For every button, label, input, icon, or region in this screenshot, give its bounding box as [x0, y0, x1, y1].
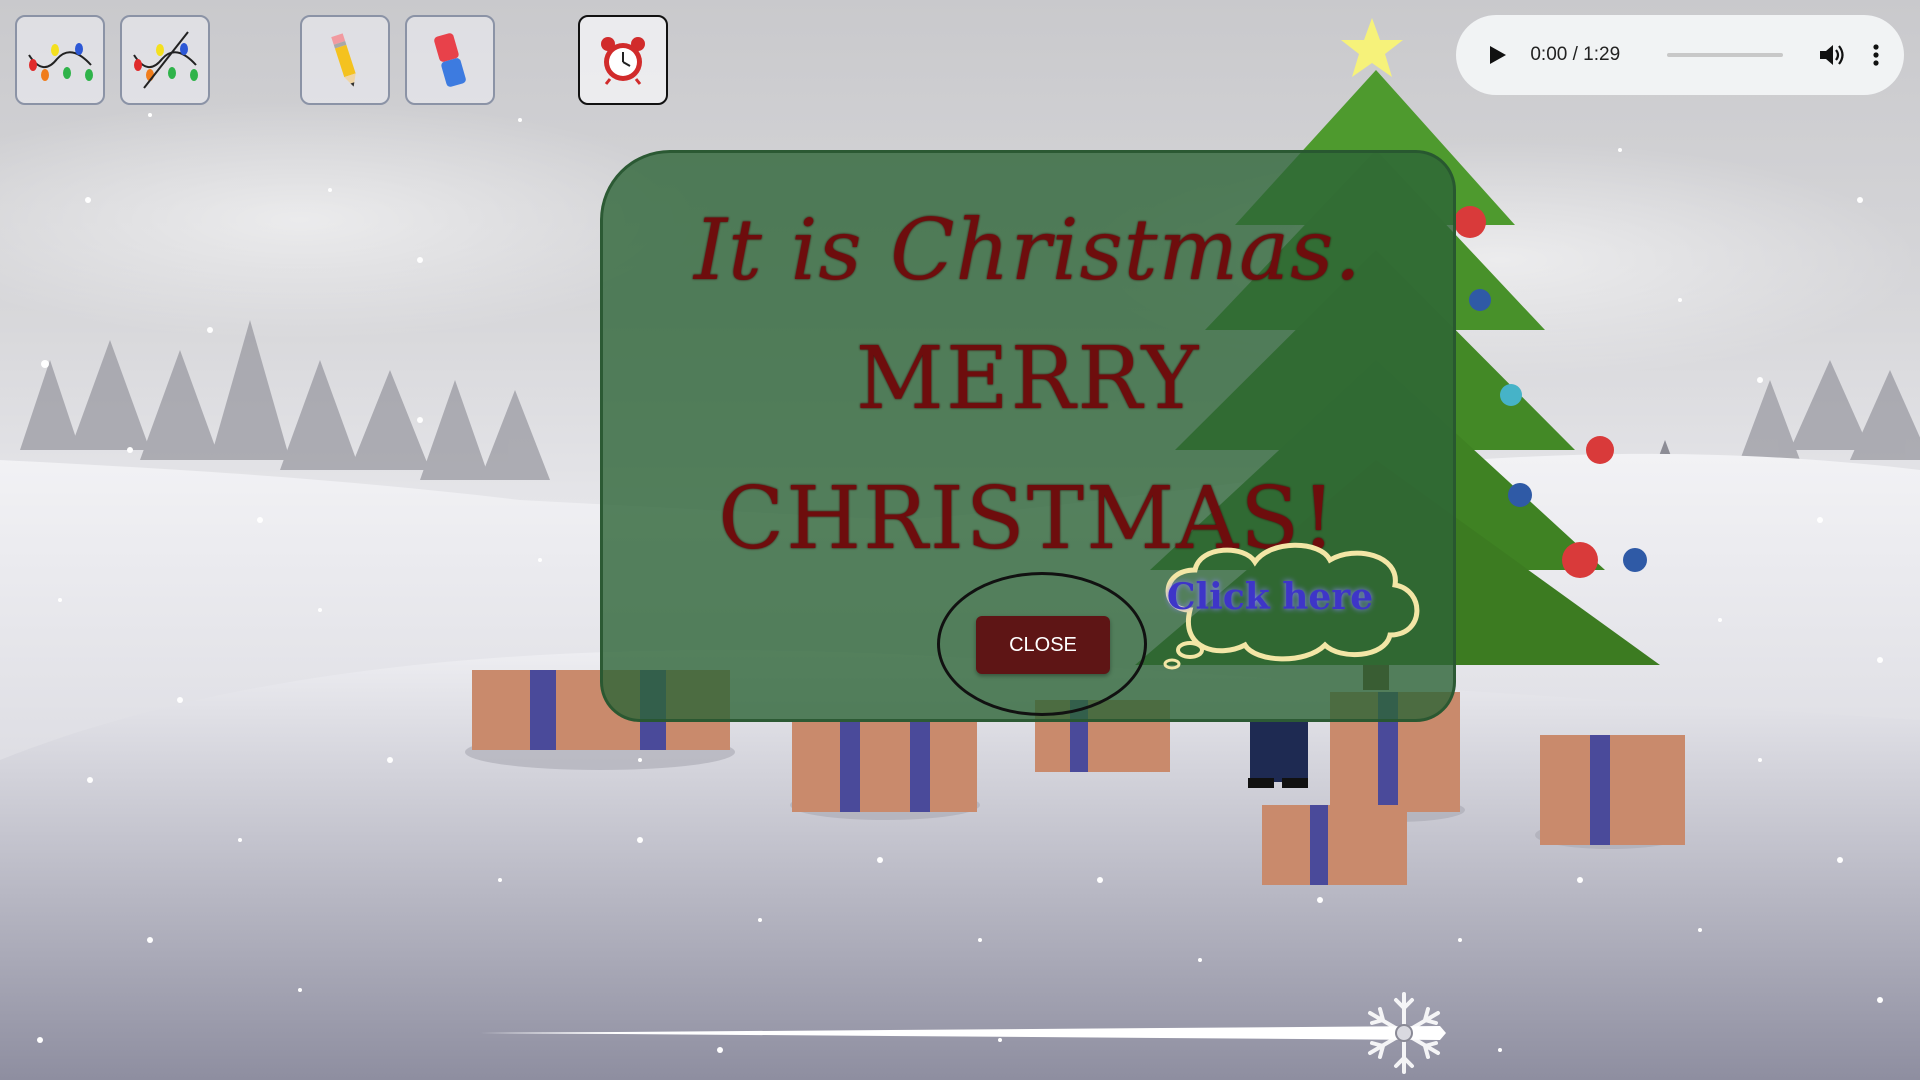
audio-seek-bar[interactable] [1666, 53, 1783, 57]
click-here-hint[interactable]: Click here [1150, 576, 1390, 618]
lights-on-button[interactable] [15, 15, 105, 105]
string-lights-icon [28, 43, 93, 81]
alarm-clock-icon [601, 37, 645, 85]
pencil-button[interactable] [300, 15, 390, 105]
more-options-button[interactable] [1867, 38, 1886, 72]
audio-time: 0:00 / 1:29 [1530, 44, 1621, 65]
eraser-button[interactable] [405, 15, 495, 105]
lights-off-button[interactable] [120, 15, 210, 105]
alarm-clock-button[interactable] [578, 15, 668, 105]
audio-player: 0:00 / 1:29 [1456, 15, 1904, 95]
bottom-slider-track[interactable] [480, 1026, 1446, 1040]
greeting-line-2: MERRY [855, 329, 1201, 429]
close-button[interactable]: CLOSE [976, 616, 1110, 674]
play-icon [1490, 46, 1507, 64]
pencil-icon [331, 33, 356, 87]
greeting-line-1: It is Christmas. [693, 201, 1363, 299]
volume-button[interactable] [1817, 38, 1849, 72]
snowflake-slider-thumb[interactable] [1364, 990, 1444, 1076]
string-lights-off-icon [133, 31, 198, 89]
play-button[interactable] [1482, 38, 1514, 72]
eraser-icon [434, 33, 466, 87]
more-vertical-icon [1873, 44, 1880, 66]
volume-icon [1819, 45, 1844, 65]
